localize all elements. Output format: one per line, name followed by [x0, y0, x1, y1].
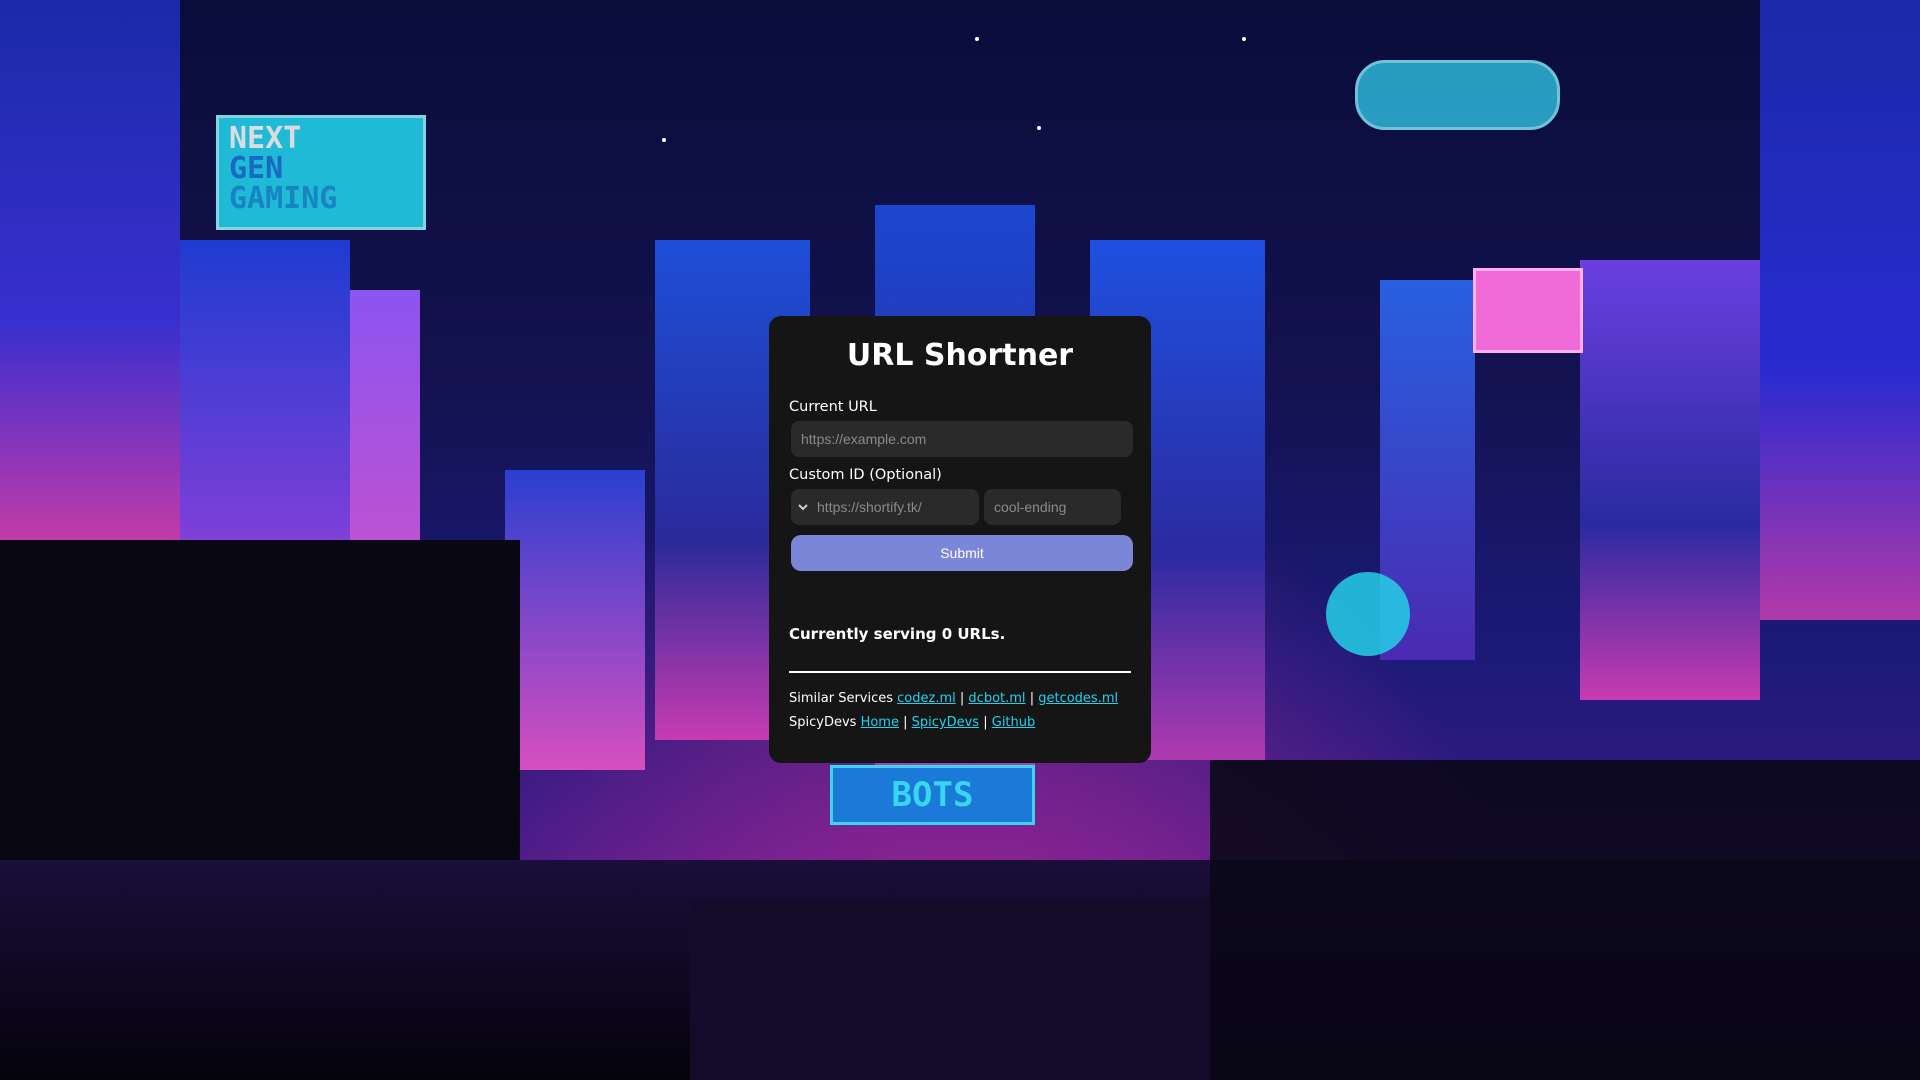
domain-select-value: https://shortify.tk/ — [817, 499, 922, 515]
link-home[interactable]: Home — [861, 715, 899, 730]
custom-id-row: https://shortify.tk/ cool-ending — [791, 489, 1131, 525]
separator: | — [959, 691, 965, 706]
spicydevs-label: SpicyDevs — [789, 715, 857, 730]
rooftop — [690, 900, 1210, 1080]
link-codez[interactable]: codez.ml — [897, 691, 956, 706]
neon-sign-round — [1326, 572, 1410, 656]
divider — [789, 671, 1131, 673]
custom-id-label: Custom ID (Optional) — [789, 467, 942, 483]
submit-button[interactable]: Submit — [791, 535, 1133, 571]
link-github[interactable]: Github — [992, 715, 1036, 730]
sign-text: NEXT — [229, 121, 302, 156]
separator: | — [903, 715, 908, 730]
sign-text: GEN — [229, 151, 284, 186]
star — [1242, 37, 1246, 41]
building — [1760, 0, 1920, 620]
star — [1037, 126, 1041, 130]
rooftop — [1210, 760, 1920, 1080]
building — [505, 470, 645, 770]
neon-sign-gamepad — [1473, 268, 1583, 353]
custom-id-input[interactable]: cool-ending — [984, 489, 1121, 525]
star — [975, 37, 979, 41]
sign-text: BOTS — [891, 775, 974, 815]
current-url-input[interactable]: https://example.com — [791, 421, 1133, 457]
custom-id-placeholder: cool-ending — [994, 499, 1067, 515]
neon-sign-next-gen-gaming: NEXT GEN GAMING — [216, 115, 426, 230]
sign-text: GAMING — [229, 181, 338, 216]
separator: | — [983, 715, 988, 730]
airship — [1355, 60, 1560, 130]
link-spicydevs[interactable]: SpicyDevs — [912, 715, 979, 730]
similar-services-label: Similar Services — [789, 691, 894, 706]
link-dcbot[interactable]: dcbot.ml — [968, 691, 1025, 706]
similar-services-row: Similar Services codez.ml | dcbot.ml | g… — [789, 687, 1131, 711]
star — [662, 138, 666, 142]
building — [0, 0, 180, 540]
separator: | — [1029, 691, 1035, 706]
footer-links: Similar Services codez.ml | dcbot.ml | g… — [789, 687, 1131, 735]
current-url-label: Current URL — [789, 399, 877, 415]
building — [1580, 260, 1760, 700]
chevron-down-icon — [795, 503, 811, 511]
url-shortener-panel: URL Shortner Current URL https://example… — [769, 316, 1151, 763]
link-getcodes[interactable]: getcodes.ml — [1038, 691, 1118, 706]
neon-sign-bots: BOTS — [830, 765, 1035, 825]
spicydevs-row: SpicyDevs Home | SpicyDevs | Github — [789, 711, 1131, 735]
current-url-placeholder: https://example.com — [801, 431, 927, 447]
serving-count-text: Currently serving 0 URLs. — [789, 625, 1006, 643]
domain-select[interactable]: https://shortify.tk/ — [791, 489, 979, 525]
page-title: URL Shortner — [846, 338, 1074, 373]
